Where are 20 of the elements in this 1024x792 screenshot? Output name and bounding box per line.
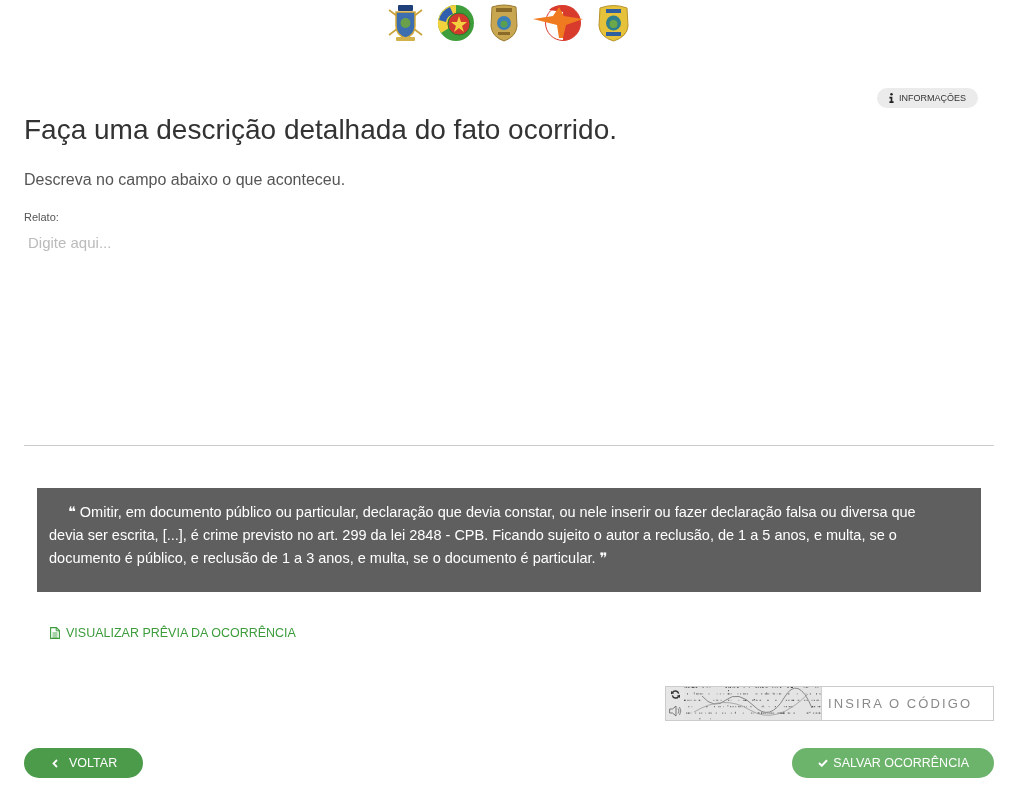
badge-logo xyxy=(489,4,519,42)
field-label: Relato: xyxy=(24,210,60,224)
shield-logo xyxy=(388,4,423,42)
refresh-icon[interactable] xyxy=(670,690,680,699)
preview-link[interactable]: VISUALIZAR PRÊVIA DA OCORRÊNCIA xyxy=(50,625,296,641)
captcha-input[interactable]: INSIRA O CÓDIGO xyxy=(821,686,994,721)
page-subtitle: Descreva no campo abaixo o que aconteceu. xyxy=(24,170,347,190)
check-icon xyxy=(818,759,829,767)
star-emblem-logo xyxy=(437,4,475,42)
info-button[interactable]: INFORMAÇÕES xyxy=(877,88,978,108)
legal-warning-text: ❝ Omitir, em documento público ou particular, declaração que devia constar, ou nele inserir ou fazer declaração falsa ou diversa que devia ser escrita, [...], é crime previsto no art. 299 da lei 2848 - CPB. Ficando sujeito o autor a reclusão, de 1 a 5 anos, e multa, se o documento é público, e reclusão de 1 a 3 anos, e multa, se o documento é particular. ❞ xyxy=(49,503,917,568)
document-icon xyxy=(50,627,60,639)
chevron-left-icon xyxy=(52,758,58,768)
back-button[interactable]: VOLTAR xyxy=(24,748,144,778)
save-button[interactable]: SALVAR OCORRÊNCIA xyxy=(792,748,994,778)
badge-logo xyxy=(597,4,630,42)
speaker-icon[interactable] xyxy=(668,705,682,717)
page-title: Faça uma descrição detalhada do fato ocorrido. xyxy=(24,113,619,147)
info-icon xyxy=(889,93,894,103)
bird-emblem-logo xyxy=(533,4,583,42)
